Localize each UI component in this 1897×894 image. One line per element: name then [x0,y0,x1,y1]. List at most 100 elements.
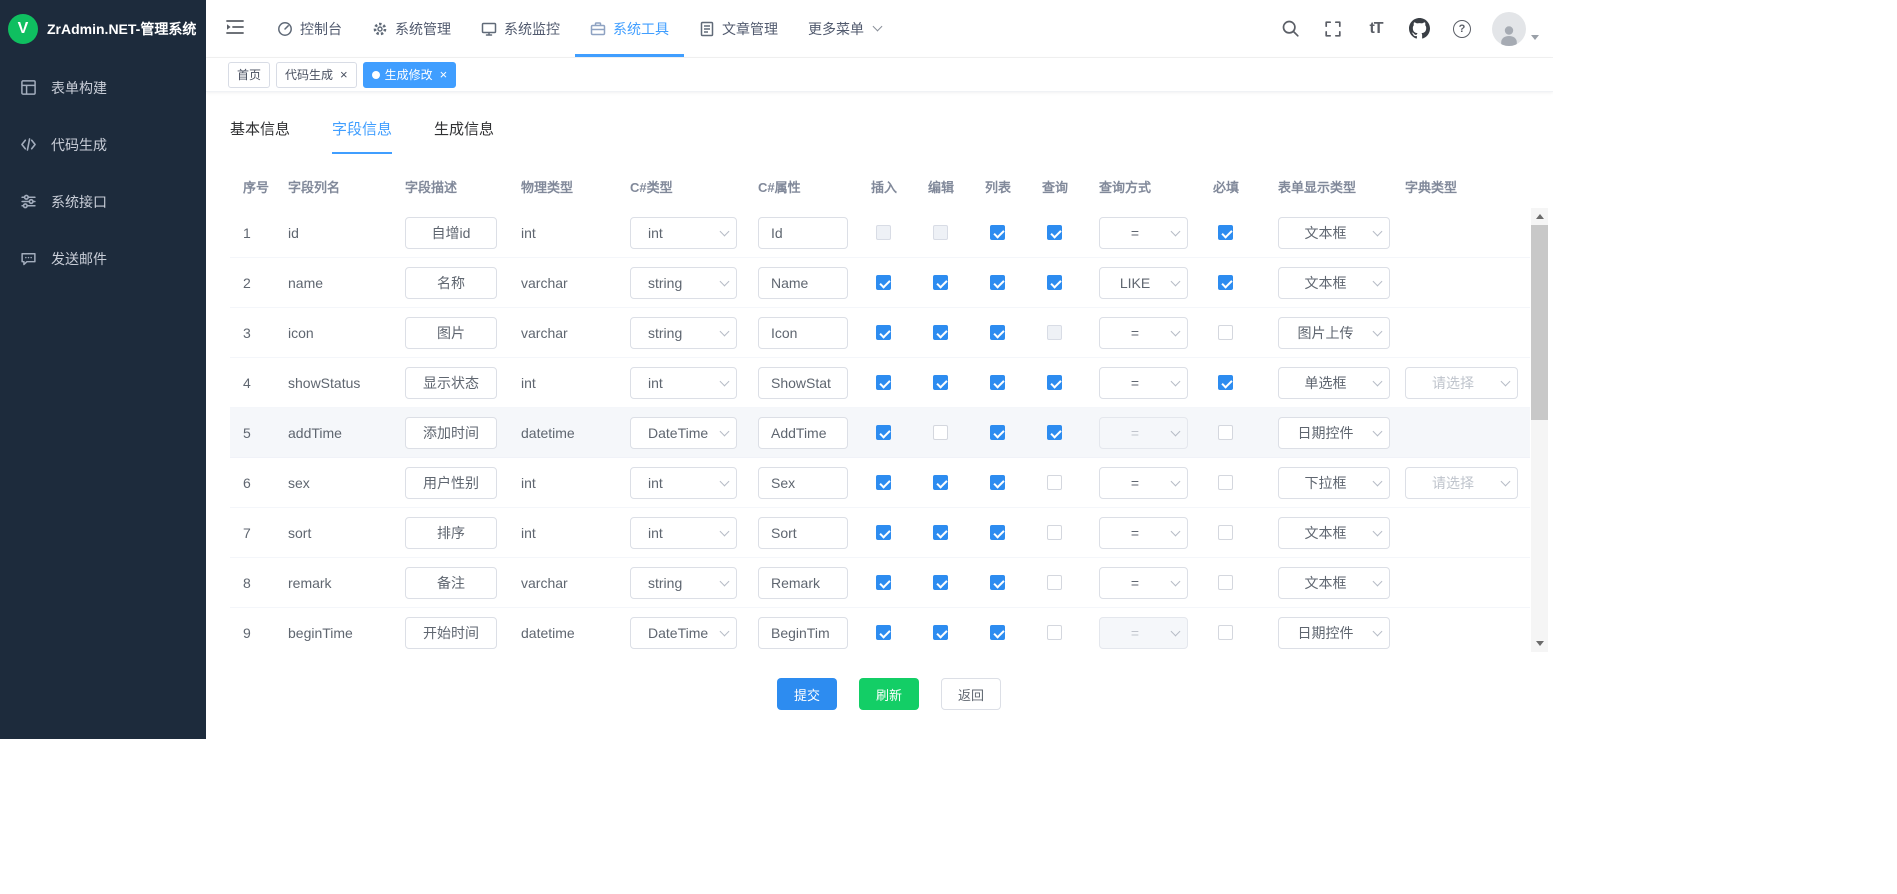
query-checkbox[interactable] [1047,525,1062,540]
tag-generate-edit[interactable]: 生成修改 × [363,62,457,88]
edit-checkbox[interactable] [933,375,948,390]
tag-code-generation[interactable]: 代码生成 × [276,62,357,88]
insert-checkbox[interactable] [876,425,891,440]
search-icon[interactable] [1277,16,1303,42]
sidebar-item-code-generation[interactable]: 代码生成 [0,116,206,173]
query-type-select[interactable]: = [1099,517,1188,549]
user-avatar[interactable] [1492,12,1539,46]
display-type-select[interactable]: 日期控件 [1278,417,1390,449]
required-checkbox[interactable] [1218,225,1233,240]
list-checkbox[interactable] [990,325,1005,340]
list-checkbox[interactable] [990,225,1005,240]
field-description-input[interactable] [405,417,497,449]
edit-checkbox[interactable] [933,625,948,640]
insert-checkbox[interactable] [876,575,891,590]
list-checkbox[interactable] [990,575,1005,590]
csharp-property-input[interactable] [758,617,848,649]
field-description-input[interactable] [405,617,497,649]
query-checkbox[interactable] [1047,475,1062,490]
insert-checkbox[interactable] [876,375,891,390]
query-checkbox[interactable] [1047,275,1062,290]
display-type-select[interactable]: 下拉框 [1278,467,1390,499]
display-type-select[interactable]: 单选框 [1278,367,1390,399]
required-checkbox[interactable] [1218,425,1233,440]
close-icon[interactable]: × [340,68,348,81]
sidebar-item-send-mail[interactable]: 发送邮件 [0,230,206,287]
help-icon[interactable]: ? [1449,16,1475,42]
sidebar-item-form-build[interactable]: 表单构建 [0,59,206,116]
nav-item-console[interactable]: 控制台 [262,0,357,57]
field-description-input[interactable] [405,267,497,299]
tab-basic-info[interactable]: 基本信息 [230,112,290,154]
csharp-type-select[interactable]: int [630,467,737,499]
dict-type-select[interactable]: 请选择 [1405,467,1518,499]
csharp-type-select[interactable]: DateTime [630,417,737,449]
required-checkbox[interactable] [1218,375,1233,390]
csharp-property-input[interactable] [758,217,848,249]
field-description-input[interactable] [405,467,497,499]
csharp-property-input[interactable] [758,417,848,449]
field-description-input[interactable] [405,567,497,599]
csharp-property-input[interactable] [758,267,848,299]
query-type-select[interactable]: = [1099,317,1188,349]
display-type-select[interactable]: 日期控件 [1278,617,1390,649]
query-type-select[interactable]: = [1099,567,1188,599]
vertical-scrollbar[interactable] [1531,208,1548,652]
required-checkbox[interactable] [1218,625,1233,640]
dict-type-select[interactable]: 请选择 [1405,367,1518,399]
csharp-type-select[interactable]: string [630,567,737,599]
refresh-button[interactable]: 刷新 [859,678,919,710]
required-checkbox[interactable] [1218,475,1233,490]
display-type-select[interactable]: 文本框 [1278,217,1390,249]
display-type-select[interactable]: 图片上传 [1278,317,1390,349]
csharp-type-select[interactable]: int [630,217,737,249]
csharp-property-input[interactable] [758,367,848,399]
csharp-property-input[interactable] [758,467,848,499]
required-checkbox[interactable] [1218,275,1233,290]
query-checkbox[interactable] [1047,625,1062,640]
csharp-type-select[interactable]: int [630,367,737,399]
field-description-input[interactable] [405,367,497,399]
list-checkbox[interactable] [990,275,1005,290]
display-type-select[interactable]: 文本框 [1278,517,1390,549]
edit-checkbox[interactable] [933,425,948,440]
query-type-select[interactable]: LIKE [1099,267,1188,299]
tab-generate-info[interactable]: 生成信息 [434,112,494,154]
display-type-select[interactable]: 文本框 [1278,567,1390,599]
nav-item-system-tools[interactable]: 系统工具 [575,0,684,57]
required-checkbox[interactable] [1218,325,1233,340]
csharp-property-input[interactable] [758,567,848,599]
query-type-select[interactable]: = [1099,367,1188,399]
edit-checkbox[interactable] [933,525,948,540]
submit-button[interactable]: 提交 [777,678,837,710]
insert-checkbox[interactable] [876,275,891,290]
query-checkbox[interactable] [1047,225,1062,240]
nav-item-more-menu[interactable]: 更多菜单 [793,0,896,57]
github-icon[interactable] [1406,16,1432,42]
tag-home[interactable]: 首页 [228,62,270,88]
font-size-icon[interactable]: tT [1363,16,1389,42]
csharp-type-select[interactable]: string [630,317,737,349]
edit-checkbox[interactable] [933,275,948,290]
query-type-select[interactable]: = [1099,467,1188,499]
required-checkbox[interactable] [1218,525,1233,540]
tab-field-info[interactable]: 字段信息 [332,112,392,154]
back-button[interactable]: 返回 [941,678,1001,710]
required-checkbox[interactable] [1218,575,1233,590]
csharp-type-select[interactable]: int [630,517,737,549]
scroll-up-button[interactable] [1531,208,1548,225]
nav-item-system-management[interactable]: 系统管理 [357,0,466,57]
edit-checkbox[interactable] [933,475,948,490]
sidebar-item-system-api[interactable]: 系统接口 [0,173,206,230]
nav-item-article-management[interactable]: 文章管理 [684,0,793,57]
nav-item-system-monitor[interactable]: 系统监控 [466,0,575,57]
query-type-select[interactable]: = [1099,217,1188,249]
insert-checkbox[interactable] [876,625,891,640]
scroll-down-button[interactable] [1531,635,1548,652]
field-description-input[interactable] [405,317,497,349]
csharp-type-select[interactable]: string [630,267,737,299]
csharp-property-input[interactable] [758,317,848,349]
field-description-input[interactable] [405,517,497,549]
fullscreen-icon[interactable] [1320,16,1346,42]
csharp-type-select[interactable]: DateTime [630,617,737,649]
